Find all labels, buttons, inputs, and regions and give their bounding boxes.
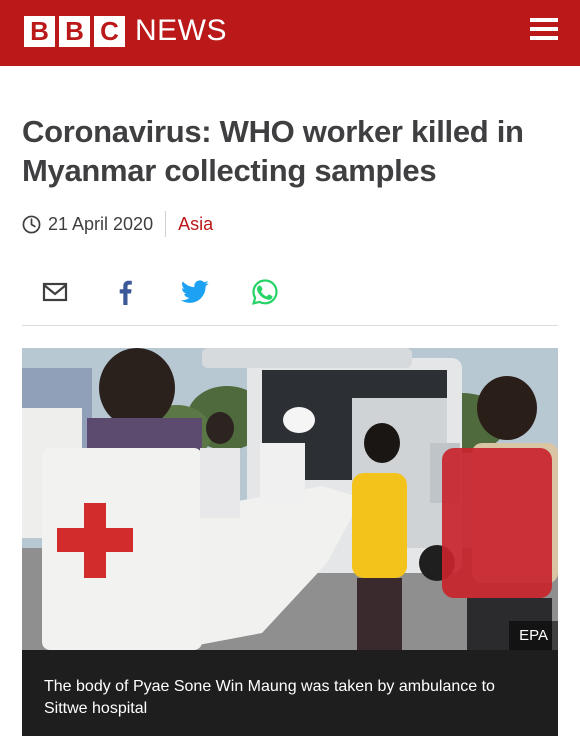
logo-letter-b1: B [24, 15, 55, 47]
article-photo: EPA [22, 348, 558, 650]
article-date: 21 April 2020 [48, 213, 154, 234]
logo-letter-c: C [94, 15, 125, 47]
bbc-news-logo[interactable]: B B C NEWS [24, 14, 227, 48]
article-headline: Coronavirus: WHO worker killed in Myanma… [22, 114, 524, 188]
divider [22, 325, 558, 326]
article-meta: 21 April 2020 Asia [22, 211, 213, 237]
email-icon[interactable] [40, 277, 70, 307]
clock-icon [22, 215, 41, 233]
ambulance-scene-image [22, 348, 558, 650]
photo-caption: The body of Pyae Sone Win Maung was take… [22, 650, 558, 736]
share-bar [40, 277, 320, 307]
logo-news-word: NEWS [135, 14, 227, 47]
hamburger-menu-icon[interactable] [530, 18, 558, 42]
twitter-icon[interactable] [180, 277, 210, 307]
facebook-icon[interactable] [110, 277, 140, 307]
meta-divider [165, 211, 167, 237]
whatsapp-icon[interactable] [250, 277, 280, 307]
topic-link[interactable]: Asia [178, 214, 213, 235]
photo-credit: EPA [509, 621, 558, 650]
logo-letter-b2: B [59, 15, 90, 47]
site-header: B B C NEWS [0, 0, 580, 66]
